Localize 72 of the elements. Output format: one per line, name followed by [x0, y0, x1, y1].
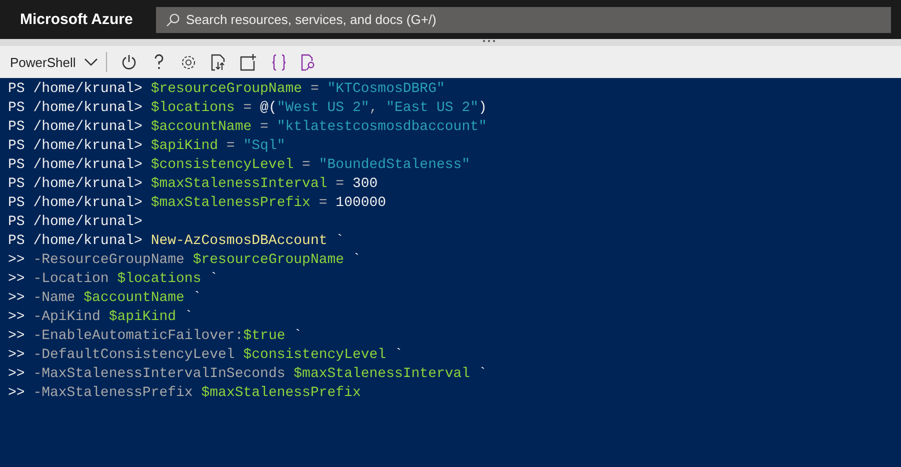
code-token: @( [260, 100, 277, 116]
string-token: "ktlatestcosmosdbaccount" [276, 119, 487, 135]
prompt-text: >> [8, 309, 25, 325]
variable-token: $resourceGroupName [150, 81, 302, 97]
prompt-text: >> [8, 385, 25, 401]
variable-token: $locations [117, 271, 202, 287]
code-token: 100000 [336, 195, 386, 211]
code-token: ` [183, 309, 193, 325]
parameter-token: -MaxStalenessIntervalInSeconds [33, 366, 286, 382]
code-token: ` [351, 252, 361, 268]
code-token: 300 [352, 176, 378, 192]
string-token: "East US 2" [386, 100, 479, 116]
parameter-token: -EnableAutomaticFailover: [33, 328, 244, 344]
prompt-text: >> [8, 271, 25, 287]
variable-token: $true [243, 328, 286, 344]
prompt-text: PS /home/krunal> [8, 119, 142, 135]
prompt-text: >> [8, 347, 25, 363]
prompt-text: PS /home/krunal> [8, 195, 142, 211]
variable-token: $accountName [84, 290, 184, 306]
parameter-token: -ApiKind [33, 309, 102, 325]
prompt-text: PS /home/krunal> [8, 100, 142, 116]
operator-token: = [318, 195, 328, 211]
parameter-token: -MaxStalenessPrefix [33, 385, 194, 401]
prompt-text: PS /home/krunal> [8, 138, 142, 154]
prompt-text: PS /home/krunal> [8, 176, 142, 192]
code-token: ` [192, 290, 202, 306]
parameter-token: -Location [33, 271, 110, 287]
string-token: "BoundedStaleness" [318, 157, 470, 173]
operator-token: = [309, 81, 320, 97]
variable-token: $apiKind [108, 309, 176, 325]
code-token: ` [208, 271, 218, 287]
shell-dropdown[interactable]: PowerShell [10, 54, 98, 70]
variable-token: $accountName [150, 119, 252, 135]
variable-token: $consistencyLevel [243, 347, 386, 363]
prompt-text: PS /home/krunal> [8, 157, 142, 173]
variable-token: $maxStalenessInterval [294, 366, 470, 382]
operator-token: = [301, 157, 312, 173]
operator-token: = [334, 176, 346, 192]
operator-token: = [259, 119, 270, 135]
code-token: ` [292, 328, 302, 344]
brand-title[interactable]: Microsoft Azure [0, 11, 156, 28]
variable-token: $maxStalenessInterval [150, 176, 328, 192]
operator-token: = [242, 100, 253, 116]
prompt-text: >> [8, 290, 25, 306]
code-token: ` [334, 233, 344, 249]
prompt-text: >> [8, 328, 25, 344]
command-token: New-AzCosmosDBAccount [150, 233, 328, 249]
prompt-text: >> [8, 252, 25, 268]
string-token: "Sql" [243, 138, 286, 154]
variable-token: $apiKind [150, 138, 218, 154]
operator-token: , [369, 100, 379, 116]
grip-icon [482, 40, 494, 43]
prompt-text: >> [8, 366, 25, 382]
code-token: ` [393, 347, 403, 363]
variable-token: $resourceGroupName [192, 252, 344, 268]
prompt-text: PS /home/krunal> [8, 81, 142, 97]
operator-token: = [225, 138, 236, 154]
variable-token: $consistencyLevel [150, 157, 294, 173]
variable-token: $maxStalenessPrefix [150, 195, 310, 211]
variable-token: $maxStalenessPrefix [201, 385, 361, 401]
parameter-token: -DefaultConsistencyLevel [33, 347, 236, 363]
parameter-token: -Name [33, 290, 76, 306]
string-token: "KTCosmosDBRG" [327, 81, 445, 97]
variable-token: $locations [150, 100, 235, 116]
code-token: ` [477, 366, 487, 382]
parameter-token: -ResourceGroupName [33, 252, 186, 268]
code-token: ) [478, 100, 487, 116]
prompt-text: PS /home/krunal> [8, 233, 142, 249]
prompt-text: PS /home/krunal> [8, 214, 142, 230]
string-token: "West US 2" [276, 100, 370, 116]
chevron-icon [84, 58, 98, 66]
search-field[interactable]: Search resources, services, and docs (G+/) [156, 6, 891, 32]
